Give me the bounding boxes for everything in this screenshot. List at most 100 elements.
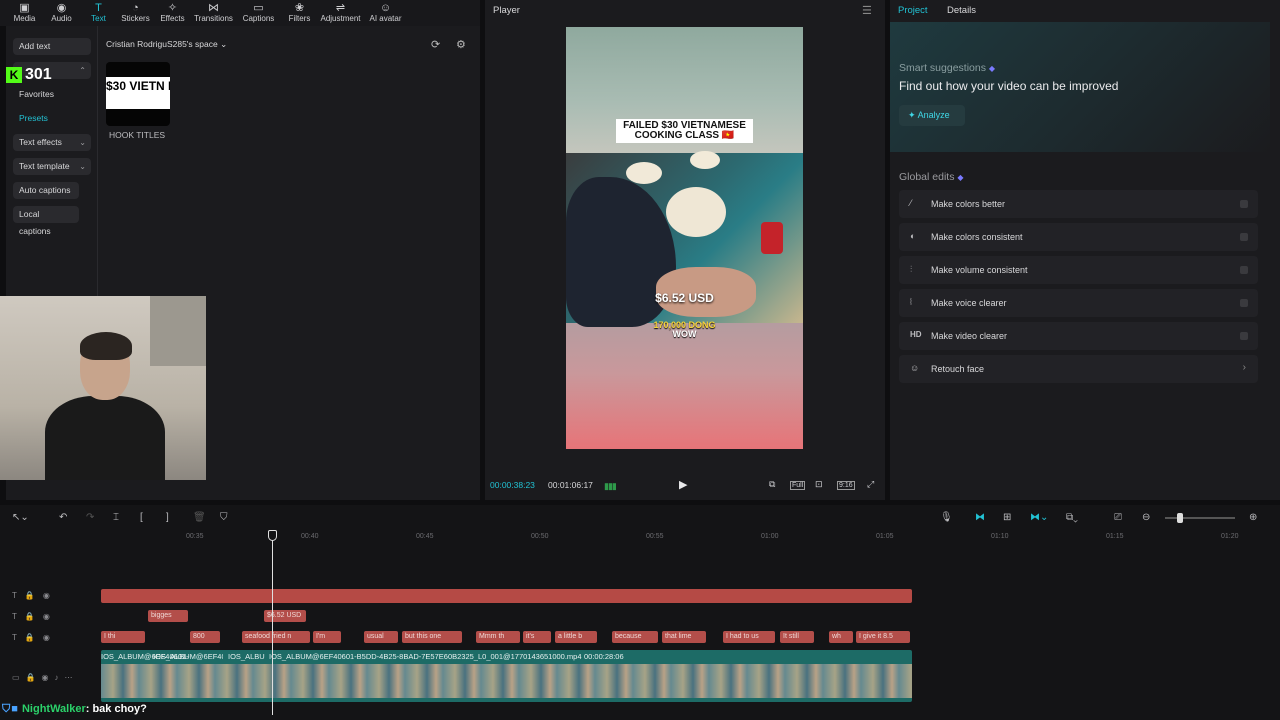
menu-icon[interactable]: ☰ bbox=[862, 4, 872, 17]
zoom-slider-handle[interactable] bbox=[1177, 513, 1183, 523]
text-clip[interactable]: it's bbox=[523, 631, 551, 643]
presets-item[interactable]: Presets bbox=[19, 113, 48, 123]
playhead[interactable] bbox=[272, 530, 273, 715]
undo-icon[interactable]: ↶ bbox=[59, 512, 67, 523]
hook-titles-thumbnail[interactable]: $30 VIETN KING CLAS bbox=[106, 62, 170, 126]
screenshot-icon[interactable]: ⊡ bbox=[815, 479, 823, 490]
text-clip[interactable]: but this one bbox=[402, 631, 462, 643]
text-clip[interactable]: wh bbox=[829, 631, 853, 643]
magnet-icon[interactable]: ⧓⌄ bbox=[1030, 512, 1048, 523]
text-clip[interactable]: I'm bbox=[313, 631, 341, 643]
microphone-icon[interactable]: 🎙 bbox=[940, 512, 953, 523]
text-clip[interactable]: I thi bbox=[101, 631, 145, 643]
text-clip[interactable]: a little b bbox=[555, 631, 597, 643]
toggle[interactable] bbox=[1240, 233, 1248, 241]
track-controls[interactable]: T🔒◉ bbox=[12, 633, 58, 642]
gear-icon[interactable]: ⚙ bbox=[456, 38, 466, 51]
refresh-icon[interactable]: ⟳ bbox=[431, 38, 440, 51]
text-effects-button[interactable]: Text effects ⌄ bbox=[13, 134, 91, 151]
trim-left-icon[interactable]: [ bbox=[140, 512, 143, 523]
text-clip[interactable]: bigges bbox=[148, 610, 188, 622]
zoom-out-icon[interactable]: ⊖ bbox=[1142, 512, 1150, 523]
auto-captions-button[interactable]: Auto captions bbox=[13, 182, 79, 199]
text-clip[interactable]: Mmm th bbox=[476, 631, 520, 643]
kick-logo-icon: K bbox=[6, 67, 22, 83]
global-edit-retouch-face[interactable]: ☺ Retouch face › bbox=[899, 355, 1258, 383]
space-selector[interactable]: Cristian RodriguS285's space ⌄ bbox=[106, 39, 227, 50]
main-track-controls[interactable]: ▭🔒◉♪⋯ bbox=[12, 673, 79, 682]
chat-text: : bak choy? bbox=[85, 703, 147, 715]
chevron-up-icon: ⌃ bbox=[79, 66, 86, 75]
snap-icon[interactable]: ⊞ bbox=[1003, 512, 1011, 523]
text-clip[interactable]: 800 bbox=[190, 631, 220, 643]
global-edit-video-clearer[interactable]: HD Make video clearer bbox=[899, 322, 1258, 350]
audio-icon: ◉ bbox=[56, 2, 67, 14]
add-text-button[interactable]: Add text bbox=[13, 38, 91, 55]
tab-details[interactable]: Details bbox=[947, 5, 976, 16]
tool-transitions[interactable]: ⋈ Transitions bbox=[191, 2, 236, 26]
tool-ai-avatar[interactable]: ☺ AI avatar bbox=[363, 2, 408, 26]
track-controls[interactable]: T🔒◉ bbox=[12, 591, 58, 600]
caption-toggle-icon[interactable]: ⎚ bbox=[1114, 512, 1122, 523]
toggle[interactable] bbox=[1240, 299, 1248, 307]
favorites-item[interactable]: Favorites bbox=[19, 89, 54, 99]
kick-viewer-badge: K 301 bbox=[6, 66, 52, 84]
tool-audio[interactable]: ◉ Audio bbox=[43, 2, 80, 26]
analyze-label: Analyze bbox=[917, 110, 950, 120]
ratio-button[interactable]: 9:16 bbox=[837, 481, 855, 490]
hook-titles-label: HOOK TITLES bbox=[109, 130, 166, 140]
global-edit-colors-consistent[interactable]: ◐ Make colors consistent bbox=[899, 223, 1258, 251]
text-clip[interactable]: seafood fried n bbox=[242, 631, 310, 643]
preview-axis-icon[interactable]: ⧉⌄ bbox=[1066, 512, 1078, 523]
filters-icon: ❀ bbox=[294, 2, 305, 14]
tool-text[interactable]: T Text bbox=[80, 2, 117, 26]
play-button[interactable]: ▶ bbox=[679, 478, 687, 491]
redo-icon[interactable]: ↷ bbox=[86, 512, 94, 523]
tool-adjustment[interactable]: ⇌ Adjustment bbox=[318, 2, 363, 26]
text-clip[interactable]: usual bbox=[364, 631, 398, 643]
playhead-handle[interactable] bbox=[268, 530, 277, 541]
sparkle-icon: ✦ bbox=[908, 110, 916, 120]
text-clip[interactable]: I had to us bbox=[723, 631, 775, 643]
tool-media[interactable]: ▣ Media bbox=[6, 2, 43, 26]
text-clip[interactable]: I give it 8.5 bbox=[856, 631, 910, 643]
text-clip[interactable]: It still bbox=[780, 631, 814, 643]
fullscreen-icon[interactable]: ⤢ bbox=[867, 479, 874, 490]
smart-suggestions-subtitle: Find out how your video can be improved bbox=[899, 79, 1119, 93]
text-clip[interactable]: $6.52 USD bbox=[264, 610, 306, 622]
video-preview[interactable]: FAILED $30 VIETNAMESE COOKING CLASS 🇻🇳 $… bbox=[566, 27, 803, 449]
ruler-tick: 01:05 bbox=[876, 533, 894, 540]
full-button[interactable]: Full bbox=[790, 481, 806, 490]
tool-stickers[interactable]: ◔ Stickers bbox=[117, 2, 154, 26]
global-edit-volume-consistent[interactable]: ⫶ Make volume consistent bbox=[899, 256, 1258, 284]
trim-right-icon[interactable]: ] bbox=[166, 512, 169, 523]
zoom-in-icon[interactable]: ⊕ bbox=[1249, 512, 1257, 523]
tool-effects[interactable]: ✧ Effects bbox=[154, 2, 191, 26]
toggle[interactable] bbox=[1240, 200, 1248, 208]
local-captions-label: Local captions bbox=[19, 209, 51, 236]
text-clip[interactable]: because bbox=[612, 631, 658, 643]
tool-captions[interactable]: ▭ Captions bbox=[236, 2, 281, 26]
main-video-track[interactable]: IOS_ALBUM@6EF40601- IOS_ALBUM@6EF40 IOS_… bbox=[101, 650, 912, 702]
global-edit-voice-clearer[interactable]: ⦚ Make voice clearer bbox=[899, 289, 1258, 317]
text-template-button[interactable]: Text template ⌄ bbox=[13, 158, 91, 175]
select-tool-icon[interactable]: ↖⌄ bbox=[12, 512, 29, 523]
link-icon[interactable]: ⧓ bbox=[975, 512, 985, 523]
face-retouch-icon: ☺ bbox=[910, 363, 920, 373]
toggle[interactable] bbox=[1240, 266, 1248, 274]
text-clip[interactable]: that lime bbox=[662, 631, 706, 643]
toggle[interactable] bbox=[1240, 332, 1248, 340]
track-controls[interactable]: T🔒◉ bbox=[12, 612, 58, 621]
analyze-button[interactable]: ✦ Analyze bbox=[899, 105, 965, 126]
split-icon[interactable]: ⌶ bbox=[113, 512, 119, 523]
shield-icon[interactable]: ⛉ bbox=[220, 512, 228, 523]
delete-icon[interactable]: 🗑 bbox=[193, 512, 206, 523]
global-edit-colors-better[interactable]: ⁄ Make colors better bbox=[899, 190, 1258, 218]
local-captions-button[interactable]: Local captions bbox=[13, 206, 79, 236]
chat-username: NightWalker bbox=[21, 703, 86, 715]
zoom-slider[interactable] bbox=[1165, 517, 1235, 519]
tab-project[interactable]: Project bbox=[898, 5, 928, 16]
effect-track-clip[interactable] bbox=[101, 589, 912, 603]
fit-icon[interactable]: ⧉ bbox=[769, 479, 775, 490]
tool-filters[interactable]: ❀ Filters bbox=[281, 2, 318, 26]
